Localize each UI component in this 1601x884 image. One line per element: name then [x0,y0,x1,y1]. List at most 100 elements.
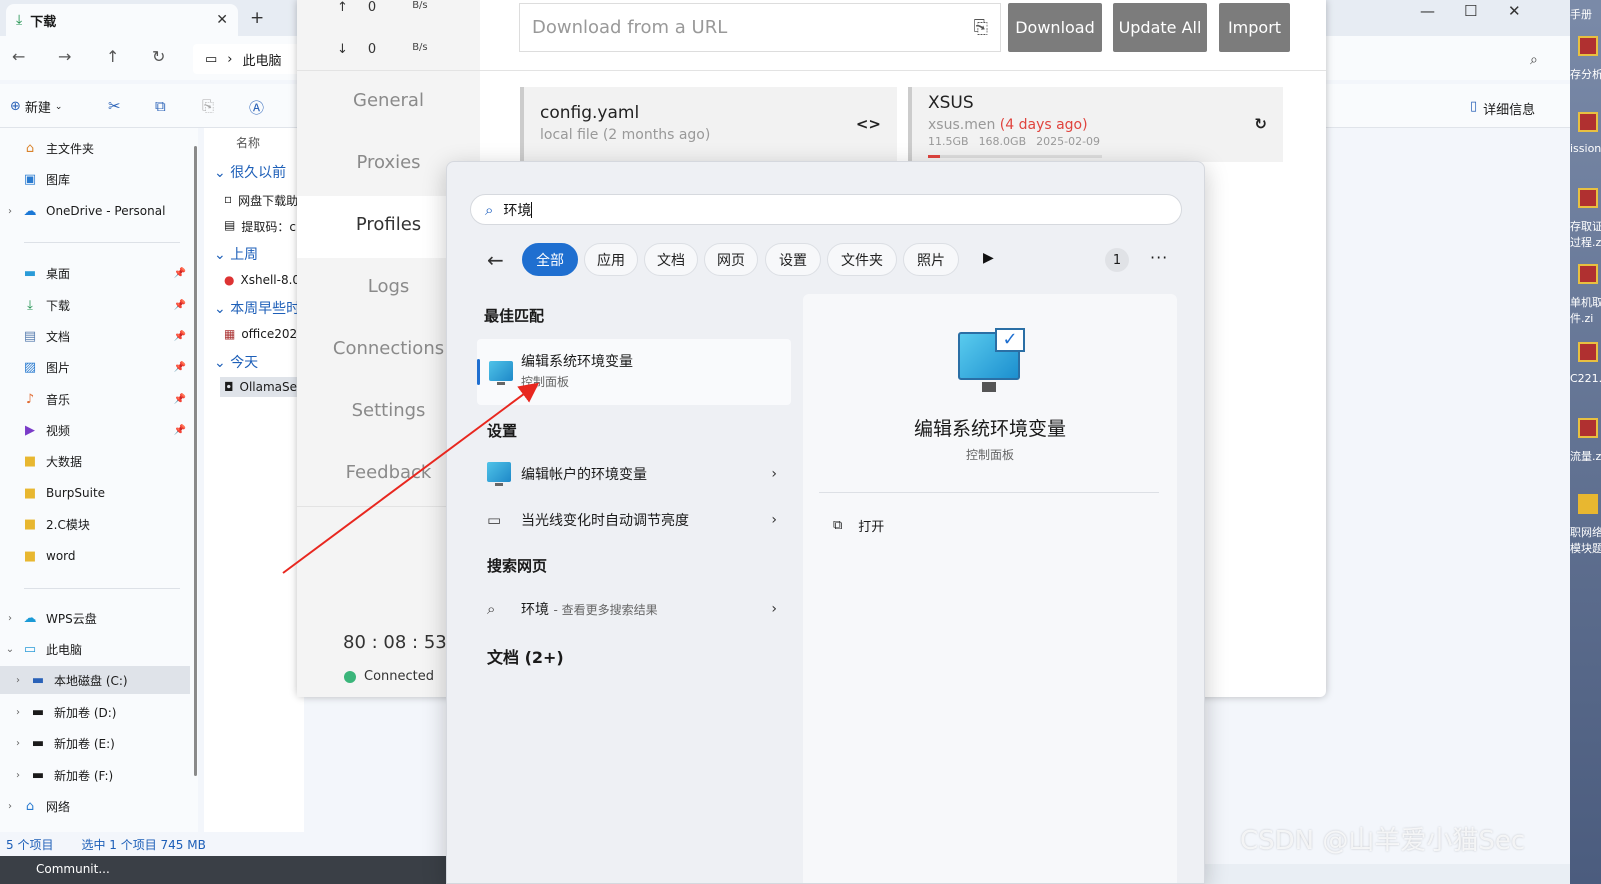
settings-result-account-env[interactable]: 编辑帐户的环境变量 › [487,459,777,489]
chevron-right-icon[interactable]: › [8,770,28,781]
list-item[interactable]: ● Xshell-8.0 [224,273,300,287]
settings-result-brightness[interactable]: ▭ 当光线变化时自动调节亮度 › [487,505,777,535]
chevron-right-icon[interactable]: › [8,675,28,686]
sidebar-item-documents[interactable]: ▤ 文档 📌 [0,322,190,350]
add-tab-icon[interactable]: + [250,8,264,28]
web-search-result[interactable]: ⌕ 环境 - 查看更多搜索结果 › [487,594,777,624]
back-arrow-icon[interactable]: ← [487,248,504,272]
sidebar-item-pictures[interactable]: ▨ 图片 📌 [0,353,190,381]
up-icon[interactable]: ↑ [106,47,119,66]
paste-icon[interactable]: ⎘ [974,17,988,38]
list-item[interactable]: ▤ 提取码：c [224,218,296,235]
profile-card-xsus[interactable]: XSUS xsus.men (4 days ago) 11.5GB 168.0G… [908,87,1283,162]
sidebar-item-folder[interactable]: ■ 大数据 [0,447,190,475]
sidebar-item-this-pc[interactable]: ⌄ ▭ 此电脑 [0,635,190,663]
filter-chip-documents[interactable]: 文档 [644,243,698,276]
more-filters-play-icon[interactable]: ▶ [983,250,994,266]
close-icon[interactable]: ✕ [216,12,228,28]
filter-chip-web[interactable]: 网页 [704,243,758,276]
pin-icon[interactable]: 📌 [174,268,186,279]
profile-card-config[interactable]: config.yaml local file (2 months ago) <> [520,87,897,162]
chevron-right-icon[interactable]: › [8,707,28,718]
sidebar-item-onedrive[interactable]: › ☁ OneDrive - Personal [0,197,190,225]
group-label: 本周早些时候 [230,301,304,317]
chevron-right-icon[interactable]: › [8,738,28,749]
address-field[interactable]: ▭ › 此电脑 [193,44,303,74]
pin-icon[interactable]: 📌 [174,394,186,405]
chevron-right-icon[interactable]: › [0,206,20,217]
best-match-result[interactable]: 编辑系统环境变量 控制面板 [477,339,791,405]
group-header[interactable]: ⌄ 本周早些时候 [214,298,304,318]
code-icon[interactable]: <> [856,115,881,133]
open-action[interactable]: ⧉ 打开 [833,516,884,535]
sidebar-item-folder[interactable]: ■ BurpSuite [0,479,190,507]
filter-chip-apps[interactable]: 应用 [584,243,638,276]
sidebar-item-gallery[interactable]: ▣ 图库 [0,165,190,193]
status-bar: 5 个项目 选中 1 个项目 745 MB [0,832,460,856]
pin-icon[interactable]: 📌 [174,300,186,311]
pin-icon[interactable]: 📌 [174,425,186,436]
rewards-badge[interactable]: 1 [1105,248,1129,272]
sidebar-item-folder[interactable]: ■ 2.C模块 [0,510,190,538]
list-item[interactable]: ◘ OllamaSetup [220,377,304,397]
maximize-icon[interactable]: ☐ [1464,2,1477,20]
paste-icon[interactable]: ⎘ [202,97,214,115]
sidebar-item-home[interactable]: ⌂ 主文件夹 [0,134,190,162]
sidebar-item-folder[interactable]: ■ word [0,542,190,570]
sidebar-item-network[interactable]: › ⌂ 网络 [0,792,190,820]
details-button[interactable]: ▯ 详细信息 [1470,99,1535,118]
refresh-icon[interactable]: ↻ [1254,115,1267,133]
chevron-right-icon[interactable]: › [0,801,20,812]
group-header[interactable]: ⌄ 今天 [214,352,258,372]
download-button[interactable]: Download [1008,3,1102,52]
more-options-icon[interactable]: ··· [1150,248,1168,267]
chevron-down-icon[interactable]: ⌄ [0,644,20,655]
sidebar-item-wps-cloud[interactable]: › ☁ WPS云盘 [0,604,190,632]
cut-icon[interactable]: ✂ [108,97,121,115]
forward-icon[interactable]: → [58,47,71,66]
minimize-icon[interactable]: — [1420,2,1435,20]
refresh-icon[interactable]: ↻ [152,47,165,66]
filter-chip-photos[interactable]: 照片 [903,243,959,276]
back-icon[interactable]: ← [12,47,25,66]
sidebar-item-drive-e[interactable]: › ▬ 新加卷 (E:) [0,729,190,757]
archive-icon[interactable] [1578,36,1598,56]
sidebar-item-music[interactable]: ♪ 音乐 📌 [0,385,190,413]
search-icon[interactable]: ⌕ [1530,52,1538,68]
import-button[interactable]: Import [1219,3,1290,52]
archive-icon[interactable] [1578,188,1598,208]
list-item[interactable]: ▦ office2024 [224,327,304,341]
archive-icon[interactable] [1578,342,1598,362]
update-all-button[interactable]: Update All [1113,3,1207,52]
pin-icon[interactable]: 📌 [174,331,186,342]
search-input[interactable]: ⌕ 环境 [470,194,1182,225]
filter-chip-folders[interactable]: 文件夹 [827,243,897,276]
group-header[interactable]: ⌄ 很久以前 [214,162,286,182]
rename-icon[interactable]: Ⓐ [249,97,264,118]
sidebar-item-desktop[interactable]: ▬ 桌面 📌 [0,259,190,287]
list-item[interactable]: ▫ 网盘下载助手 [224,192,304,209]
sidebar-item-drive-f[interactable]: › ▬ 新加卷 (F:) [0,761,190,789]
filter-chip-all[interactable]: 全部 [522,243,578,276]
sidebar-item-drive-c[interactable]: › ▬ 本地磁盘 (C:) [0,666,190,694]
sidebar-item-downloads[interactable]: ⤓ 下载 📌 [0,291,190,319]
close-window-icon[interactable]: ✕ [1508,2,1521,20]
sidebar-item-videos[interactable]: ▶ 视频 📌 [0,416,190,444]
group-header[interactable]: ⌄ 上周 [214,244,258,264]
pin-icon[interactable]: 📌 [174,362,186,373]
new-button[interactable]: ⊕ 新建 ⌄ [10,97,62,116]
column-header-name[interactable]: 名称 [236,134,260,151]
download-url-input[interactable]: Download from a URL ⎘ [519,3,1001,52]
sidebar-scrollbar[interactable] [194,146,197,776]
filter-chip-settings[interactable]: 设置 [765,243,821,276]
archive-icon[interactable] [1578,264,1598,284]
archive-icon[interactable] [1578,112,1598,132]
upload-traffic: ↑ 0 B/s [337,0,428,15]
sidebar-item-drive-d[interactable]: › ▬ 新加卷 (D:) [0,698,190,726]
explorer-tab-downloads[interactable]: ⤓ 下载 ✕ [6,4,238,36]
chevron-right-icon[interactable]: › [0,613,20,624]
copy-icon[interactable]: ⧉ [155,97,166,115]
nav-general[interactable]: General [297,90,480,111]
folder-icon[interactable] [1578,494,1598,514]
archive-icon[interactable] [1578,418,1598,438]
